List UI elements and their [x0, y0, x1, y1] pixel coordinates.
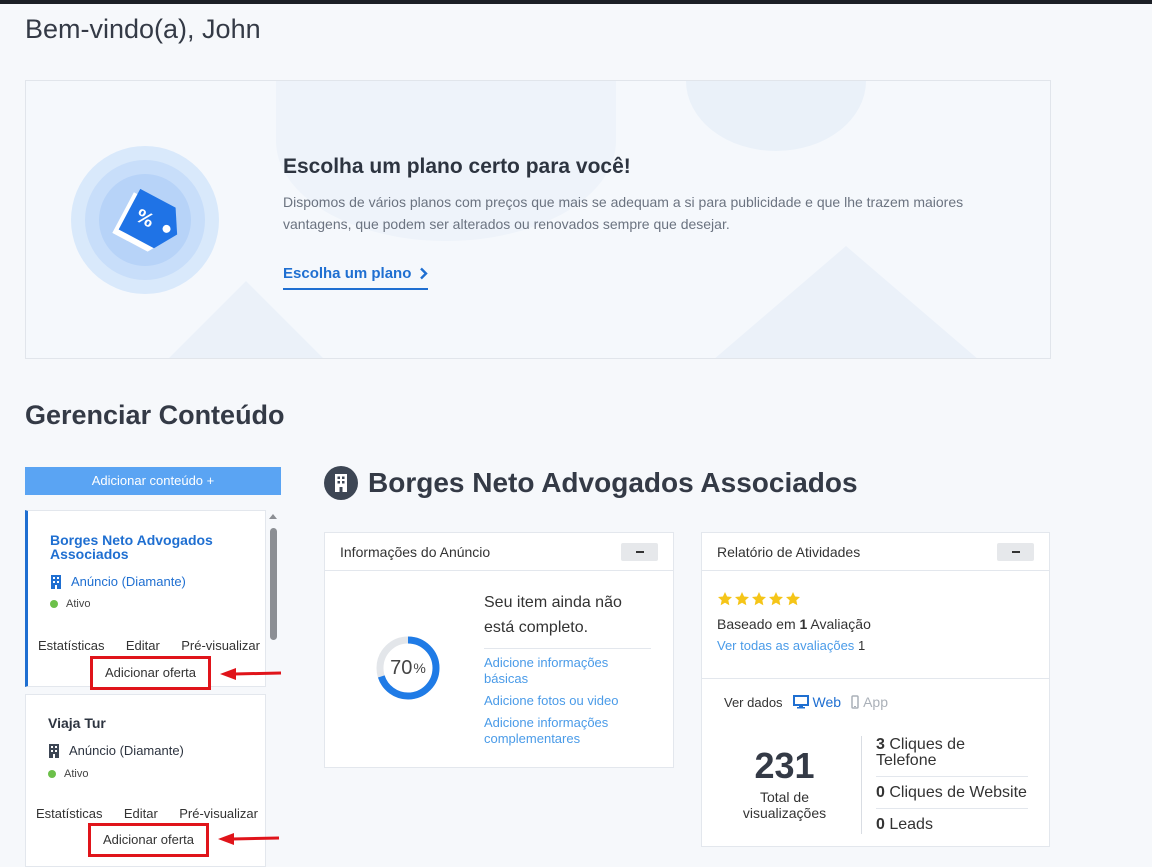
building-icon	[324, 466, 358, 500]
banner-decoration	[156, 281, 336, 358]
building-icon	[49, 743, 59, 758]
banner-title: Escolha um plano certo para você!	[283, 155, 631, 178]
monitor-icon	[792, 695, 809, 709]
banner-decoration	[686, 81, 866, 151]
price-tag-illustration: %	[71, 146, 219, 294]
active-dot-icon	[50, 600, 58, 608]
edit-link[interactable]: Editar	[126, 638, 160, 653]
scrollbar-thumb[interactable]	[270, 528, 277, 640]
star-icon	[786, 592, 800, 606]
plan-banner: % Escolha um plano certo para você! Disp…	[25, 80, 1051, 359]
selected-listing-header: Borges Neto Advogados Associados	[324, 466, 858, 500]
scroll-up-arrow-icon[interactable]	[269, 514, 277, 519]
panel-title: Relatório de Atividades	[717, 543, 861, 560]
add-offer-button[interactable]: Adicionar oferta	[90, 656, 211, 690]
content-list: Borges Neto Advogados Associados Anúncio…	[25, 510, 282, 867]
choose-plan-label: Escolha um plano	[283, 265, 412, 282]
view-data-toggle: Ver dados Web App	[724, 694, 888, 710]
star-icon	[735, 592, 749, 606]
mobile-phone-icon	[851, 695, 859, 709]
banner-decoration	[706, 246, 986, 358]
edit-link[interactable]: Editar	[124, 806, 158, 821]
website-clicks-metric: 0 Cliques de Website	[876, 784, 1027, 801]
total-views-count: 231	[754, 745, 815, 786]
listing-title: Borges Neto Advogados Associados	[50, 532, 213, 562]
welcome-title: Bem-vindo(a), John	[25, 14, 261, 44]
activity-report-panel: Relatório de Atividades Baseado em 1 Ava…	[701, 532, 1050, 847]
completion-percent: 70%	[390, 656, 426, 679]
preview-link[interactable]: Pré-visualizar	[179, 806, 258, 821]
listing-info-panel: Informações do Anúncio 70% Seu item aind…	[324, 532, 674, 768]
incomplete-message: Seu item ainda não está completo.	[484, 590, 651, 649]
see-all-reviews: Ver todas as avaliações 1	[717, 638, 866, 653]
building-icon	[51, 574, 61, 589]
discount-tag-icon: %	[112, 188, 178, 252]
add-content-button[interactable]: Adicionar conteúdo +	[25, 467, 281, 495]
listing-title: Viaja Tur	[48, 715, 106, 731]
active-dot-icon	[48, 770, 56, 778]
total-views-label: Total de visualizações	[742, 789, 827, 821]
panel-header: Relatório de Atividades	[702, 533, 1049, 571]
leads-metric: 0 Leads	[876, 816, 933, 833]
collapse-button[interactable]	[997, 542, 1034, 561]
app-toggle[interactable]: App	[851, 694, 888, 710]
statistics-link[interactable]: Estatísticas	[38, 638, 104, 653]
rating-summary: Baseado em 1 Avaliação	[717, 616, 871, 632]
top-bar	[0, 0, 1152, 4]
star-icon	[769, 592, 783, 606]
tip-basic-info-link[interactable]: Adicione informações básicas	[484, 655, 654, 687]
view-data-label: Ver dados	[724, 694, 783, 710]
chevron-right-icon	[420, 267, 429, 280]
rating-stars	[717, 591, 801, 607]
choose-plan-link[interactable]: Escolha um plano	[283, 265, 429, 290]
list-scrollbar[interactable]	[268, 510, 280, 867]
panel-title: Informações do Anúncio	[340, 543, 491, 560]
divider	[702, 678, 1049, 679]
star-icon	[752, 592, 766, 606]
add-offer-button[interactable]: Adicionar oferta	[88, 823, 209, 857]
status-badge: Ativo	[50, 598, 90, 610]
listing-type: Anúncio (Diamante)	[50, 574, 186, 589]
selected-listing-title: Borges Neto Advogados Associados	[368, 467, 858, 498]
see-all-reviews-link[interactable]: Ver todas as avaliações	[717, 638, 854, 653]
collapse-button[interactable]	[621, 542, 658, 561]
divider	[861, 736, 862, 834]
tip-photos-link[interactable]: Adicione fotos ou video	[484, 693, 654, 709]
web-toggle[interactable]: Web	[792, 694, 841, 710]
phone-clicks-metric: 3 Cliques de Telefone	[876, 736, 965, 769]
minus-icon	[635, 550, 644, 553]
tip-extra-info-link[interactable]: Adicione informações complementares	[484, 715, 654, 747]
star-icon	[718, 592, 732, 606]
divider	[876, 776, 1028, 777]
minus-icon	[1011, 550, 1020, 553]
preview-link[interactable]: Pré-visualizar	[181, 638, 260, 653]
listing-actions: Estatísticas Editar Pré-visualizar	[38, 638, 260, 653]
banner-description: Dispomos de vários planos com preços que…	[283, 194, 964, 232]
listing-type: Anúncio (Diamante)	[48, 743, 184, 758]
completion-tips: Adicione informações básicas Adicione fo…	[484, 655, 654, 753]
statistics-link[interactable]: Estatísticas	[36, 806, 102, 821]
divider	[876, 808, 1028, 809]
status-badge: Ativo	[48, 768, 88, 780]
listing-actions: Estatísticas Editar Pré-visualizar	[36, 806, 258, 821]
panel-header: Informações do Anúncio	[325, 533, 673, 571]
manage-content-title: Gerenciar Conteúdo	[25, 400, 285, 430]
